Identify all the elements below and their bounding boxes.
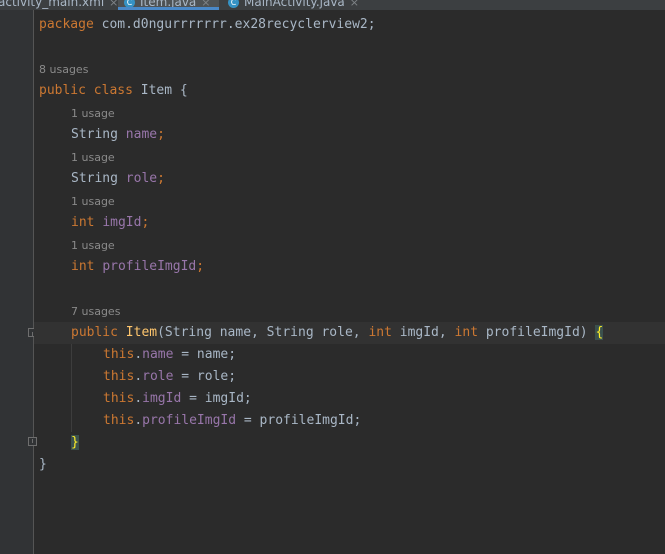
indent-guide — [71, 344, 72, 432]
code-line-assign-role: this.role = role; — [103, 369, 237, 384]
usages-hint[interactable]: 1 usage — [71, 105, 115, 123]
java-class-icon: C — [228, 0, 239, 8]
code-line-class-close: } — [39, 457, 47, 472]
code-line-package: package com.d0ngurrrrrrr.ex28recyclervie… — [39, 17, 376, 32]
close-icon[interactable]: × — [109, 0, 118, 9]
usages-hint[interactable]: 1 usage — [71, 193, 115, 211]
code-line-ctor-close: } — [71, 435, 79, 450]
code-line-class-decl: public class Item { — [39, 83, 188, 98]
code-line-field-name: String name; — [71, 127, 165, 142]
tab-label: Item.java — [140, 0, 197, 9]
usages-hint[interactable]: 7 usages — [71, 303, 120, 321]
code-line-assign-profileimgid: this.profileImgId = profileImgId; — [103, 413, 362, 428]
editor-gutter — [0, 10, 34, 554]
tab-activity-main-xml[interactable]: activity_main.xml × — [0, 0, 118, 10]
close-icon[interactable]: × — [201, 0, 210, 9]
fold-end-icon[interactable] — [28, 437, 37, 446]
tab-label: activity_main.xml — [0, 0, 105, 9]
code-line-assign-imgid: this.imgId = imgId; — [103, 391, 252, 406]
code-line-constructor: public Item(String name, String role, in… — [71, 325, 604, 340]
usages-hint[interactable]: 1 usage — [71, 149, 115, 167]
java-class-icon: C — [124, 0, 135, 8]
tab-item-java[interactable]: C Item.java × — [118, 0, 219, 10]
code-line-field-role: String role; — [71, 171, 165, 186]
close-icon[interactable]: × — [350, 0, 359, 9]
usages-hint[interactable]: 8 usages — [39, 61, 88, 79]
editor-tab-bar: activity_main.xml × C Item.java × C MainActi… — [0, 0, 665, 10]
code-line-field-profileimgid: int profileImgId; — [71, 259, 205, 274]
tab-label: MainActivity.java — [244, 0, 345, 9]
tab-mainactivity-java[interactable]: C MainActivity.java × — [228, 0, 359, 10]
code-line-assign-name: this.name = name; — [103, 347, 237, 362]
usages-hint[interactable]: 1 usage — [71, 237, 115, 255]
code-line-field-imgid: int imgId; — [71, 215, 150, 230]
